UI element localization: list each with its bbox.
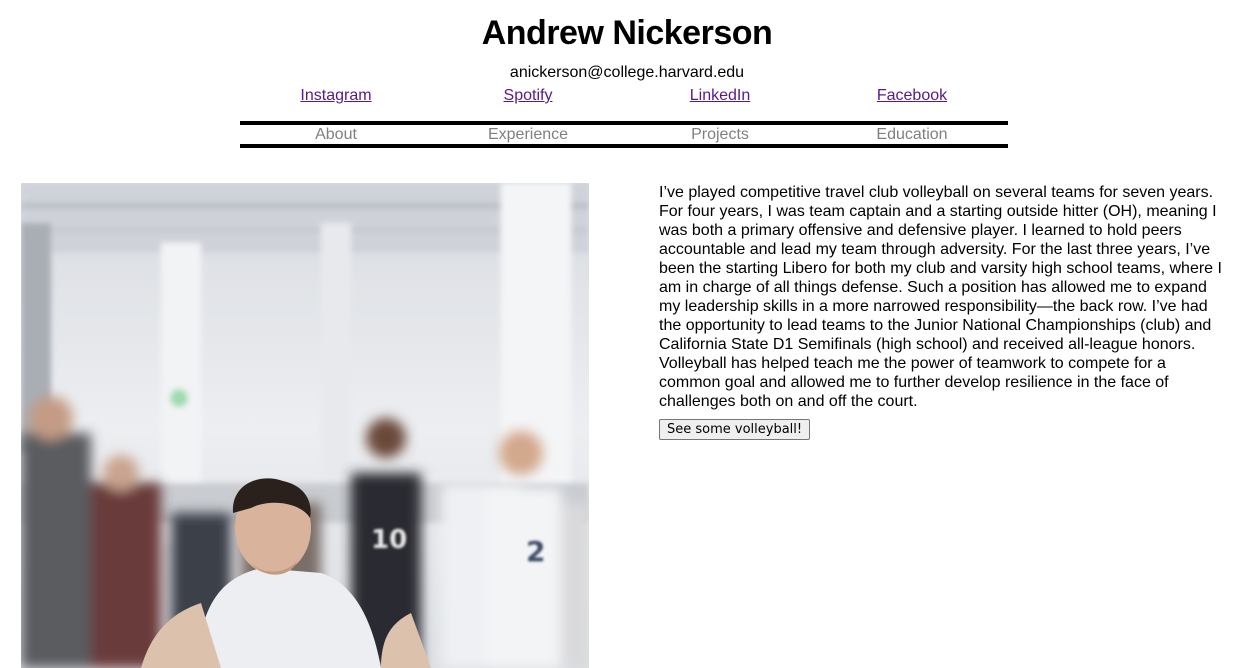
see-volleyball-button[interactable]: See some volleyball! bbox=[659, 419, 811, 440]
bio-text: I’ve played competitive travel club voll… bbox=[659, 184, 1222, 410]
nav-about[interactable]: About bbox=[240, 125, 432, 144]
spotify-link[interactable]: Spotify bbox=[432, 86, 624, 106]
instagram-link[interactable]: Instagram bbox=[240, 86, 432, 106]
email-address: anickerson@college.harvard.edu bbox=[509, 64, 745, 81]
linkedin-link[interactable]: LinkedIn bbox=[624, 86, 816, 106]
volleyball-photo-illustration: 10 2 bbox=[21, 183, 589, 668]
jersey-number-2: 2 bbox=[526, 535, 545, 568]
nav-experience[interactable]: Experience bbox=[432, 125, 624, 144]
nav-education[interactable]: Education bbox=[816, 125, 1008, 144]
site-header: Andrew Nickerson anickerson@college.harv… bbox=[0, 0, 1254, 82]
bio-section: I’ve played competitive travel club voll… bbox=[659, 183, 1231, 440]
nav-projects[interactable]: Projects bbox=[624, 125, 816, 144]
jersey-number-10: 10 bbox=[371, 525, 407, 555]
social-links: Instagram Spotify LinkedIn Facebook bbox=[240, 86, 1008, 106]
facebook-link[interactable]: Facebook bbox=[816, 86, 1008, 106]
page-title: Andrew Nickerson bbox=[481, 14, 773, 52]
main-nav: About Experience Projects Education bbox=[240, 121, 1008, 148]
volleyball-photo: 10 2 bbox=[21, 183, 589, 668]
